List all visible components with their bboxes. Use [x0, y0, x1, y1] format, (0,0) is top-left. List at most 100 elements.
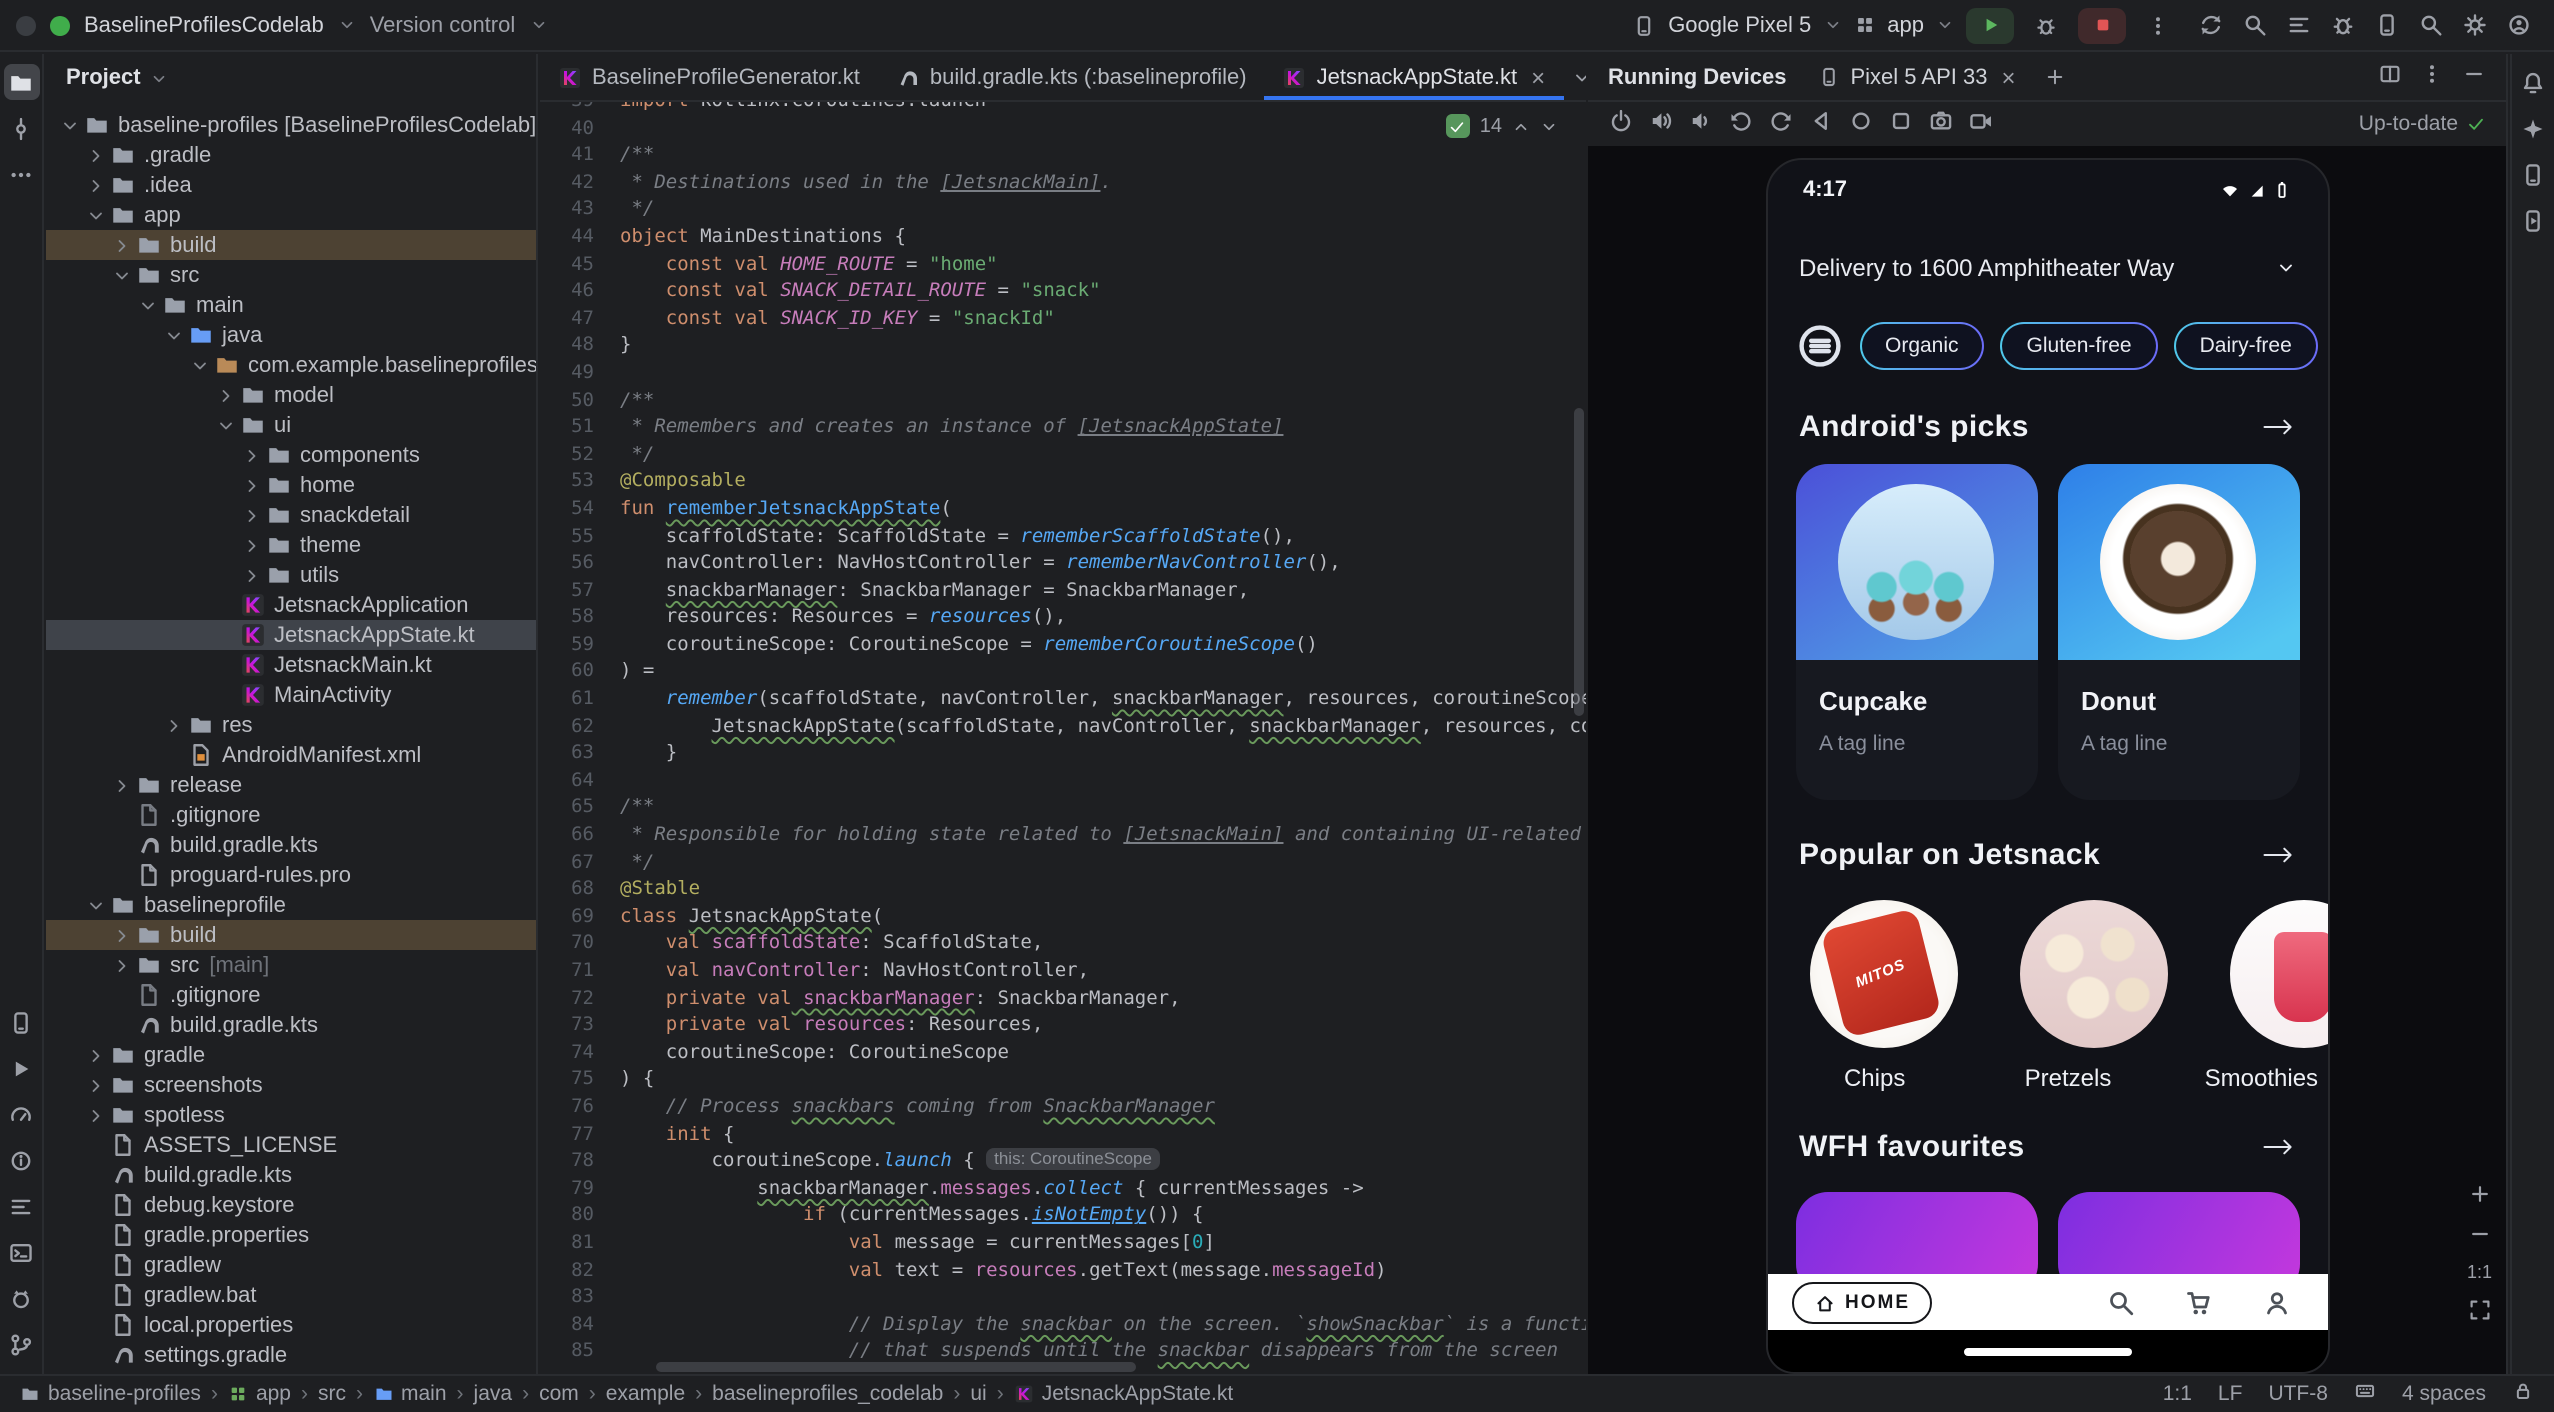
chevron-down-icon[interactable]: [188, 353, 212, 377]
next-problem-icon[interactable]: [1540, 117, 1558, 135]
tree-item-mainactivity[interactable]: MainActivity: [46, 680, 536, 710]
breadcrumb-example[interactable]: example: [606, 1382, 685, 1406]
chevron-right-icon[interactable]: [110, 923, 134, 947]
rotate-left-button[interactable]: [1728, 108, 1754, 140]
line-number[interactable]: 75: [540, 1067, 620, 1094]
chevron-right-icon[interactable]: [240, 473, 264, 497]
structure-button[interactable]: [3, 1188, 39, 1224]
line-number[interactable]: 55: [540, 523, 620, 550]
popular-item-smoothies[interactable]: [2229, 900, 2327, 1048]
tree-item-gradlew-bat[interactable]: gradlew.bat: [46, 1280, 536, 1310]
home-indicator[interactable]: [1963, 1347, 2131, 1355]
window-control-green-icon[interactable]: [50, 15, 70, 35]
line-number[interactable]: 77: [540, 1121, 620, 1148]
profile-button[interactable]: [2498, 5, 2538, 45]
breadcrumb-ui[interactable]: ui: [970, 1382, 986, 1406]
tree-item-spotless[interactable]: spotless: [46, 1100, 536, 1130]
line-number[interactable]: 71: [540, 958, 620, 985]
tree-item-theme[interactable]: theme: [46, 530, 536, 560]
minimize-button[interactable]: [2462, 62, 2486, 92]
line-number[interactable]: 68: [540, 876, 620, 903]
status-caret-position[interactable]: 1:1: [2163, 1382, 2192, 1406]
stop-button[interactable]: [2078, 7, 2126, 43]
profiler-button[interactable]: [3, 1096, 39, 1132]
window-control-icon[interactable]: [16, 15, 36, 35]
line-number[interactable]: 73: [540, 1012, 620, 1039]
chevron-right-icon[interactable]: [240, 563, 264, 587]
find-button[interactable]: [2234, 5, 2274, 45]
profiler-button[interactable]: [2026, 5, 2066, 45]
delivery-selector[interactable]: Delivery to 1600 Amphitheater Way: [1767, 244, 2327, 292]
screenshot-button[interactable]: [1928, 108, 1954, 140]
line-number[interactable]: 69: [540, 904, 620, 931]
line-number[interactable]: 67: [540, 849, 620, 876]
arrow-right-icon[interactable]: [2259, 415, 2295, 437]
line-number[interactable]: 72: [540, 985, 620, 1012]
line-number[interactable]: 81: [540, 1230, 620, 1257]
tree-item-build-gradle-kts[interactable]: build.gradle.kts: [46, 830, 536, 860]
close-tab-icon[interactable]: ×: [1531, 65, 1545, 89]
run-button[interactable]: [1966, 7, 2014, 43]
tree-item-components[interactable]: components: [46, 440, 536, 470]
breadcrumb-main[interactable]: main: [373, 1382, 447, 1406]
line-number[interactable]: 50: [540, 387, 620, 414]
notifications-button[interactable]: [2515, 64, 2551, 100]
home-button[interactable]: [1848, 108, 1874, 140]
power-button[interactable]: [1608, 108, 1634, 140]
editor-tab-jetsnackappstate-kt[interactable]: JetsnackAppState.kt ×: [1265, 54, 1564, 100]
run-button[interactable]: [3, 1050, 39, 1086]
line-number[interactable]: 45: [540, 251, 620, 278]
code-area[interactable]: 3940414243444546474849505152535455565758…: [540, 102, 1586, 1374]
tree-item-model[interactable]: model: [46, 380, 536, 410]
horizontal-scrollbar[interactable]: [656, 1362, 1136, 1372]
line-number[interactable]: 39: [540, 102, 620, 115]
line-number[interactable]: 57: [540, 577, 620, 604]
zoom-reset-button[interactable]: 1:1: [2467, 1262, 2492, 1282]
logcat-button[interactable]: [3, 1280, 39, 1316]
emulator-screen[interactable]: 4:17 Delivery to 1600 Amphitheater Way O…: [1765, 158, 2329, 1374]
tree-item-settings-gradle[interactable]: settings.gradle: [46, 1340, 536, 1370]
chevron-right-icon[interactable]: [84, 143, 108, 167]
line-number[interactable]: 74: [540, 1040, 620, 1067]
chevron-right-icon[interactable]: [162, 713, 186, 737]
zoom-out-icon[interactable]: [2467, 1222, 2491, 1246]
commit-button[interactable]: [3, 110, 39, 146]
chevron-down-icon[interactable]: [162, 323, 186, 347]
tree-item-gradle-properties[interactable]: gradle.properties: [46, 1220, 536, 1250]
chevron-right-icon[interactable]: [110, 233, 134, 257]
tree-item-snackdetail[interactable]: snackdetail: [46, 500, 536, 530]
line-number[interactable]: 47: [540, 306, 620, 333]
running-devices-button[interactable]: [2515, 202, 2551, 238]
close-device-tab-icon[interactable]: ×: [2002, 65, 2016, 89]
nav-home-button[interactable]: HOME: [1791, 1281, 1932, 1323]
line-number[interactable]: 63: [540, 741, 620, 768]
vcs-widget[interactable]: Version control: [370, 13, 516, 37]
assistant-button[interactable]: [2515, 110, 2551, 146]
tree-item-debug-keystore[interactable]: debug.keystore: [46, 1190, 536, 1220]
line-number[interactable]: 76: [540, 1094, 620, 1121]
line-number[interactable]: 62: [540, 713, 620, 740]
line-number[interactable]: 53: [540, 469, 620, 496]
structure-button[interactable]: [2278, 5, 2318, 45]
device-explorer-button[interactable]: [3, 1004, 39, 1040]
chevron-right-icon[interactable]: [240, 503, 264, 527]
tree-item-gradle[interactable]: .gradle: [46, 140, 536, 170]
breadcrumb-app[interactable]: app: [228, 1382, 291, 1406]
tree-item-main[interactable]: main: [46, 290, 536, 320]
line-number[interactable]: 66: [540, 822, 620, 849]
nav-profile-icon[interactable]: [2261, 1287, 2291, 1317]
line-number[interactable]: 51: [540, 414, 620, 441]
chevron-down-icon[interactable]: [84, 203, 108, 227]
breadcrumb-baseline-profiles[interactable]: baseline-profiles: [20, 1382, 201, 1406]
nav-cart-icon[interactable]: [2183, 1287, 2213, 1317]
line-number[interactable]: 52: [540, 441, 620, 468]
line-number[interactable]: 54: [540, 496, 620, 523]
running-devices-title[interactable]: Running Devices: [1608, 65, 1787, 89]
tree-item-local-properties[interactable]: local.properties: [46, 1310, 536, 1340]
filters-icon[interactable]: [1795, 322, 1843, 370]
tree-item-res[interactable]: res: [46, 710, 536, 740]
status-indent[interactable]: 4 spaces: [2402, 1382, 2486, 1406]
popular-item-pretzels[interactable]: [2019, 900, 2167, 1048]
filter-chip-organic[interactable]: Organic: [1859, 322, 1985, 370]
line-number[interactable]: 48: [540, 333, 620, 360]
